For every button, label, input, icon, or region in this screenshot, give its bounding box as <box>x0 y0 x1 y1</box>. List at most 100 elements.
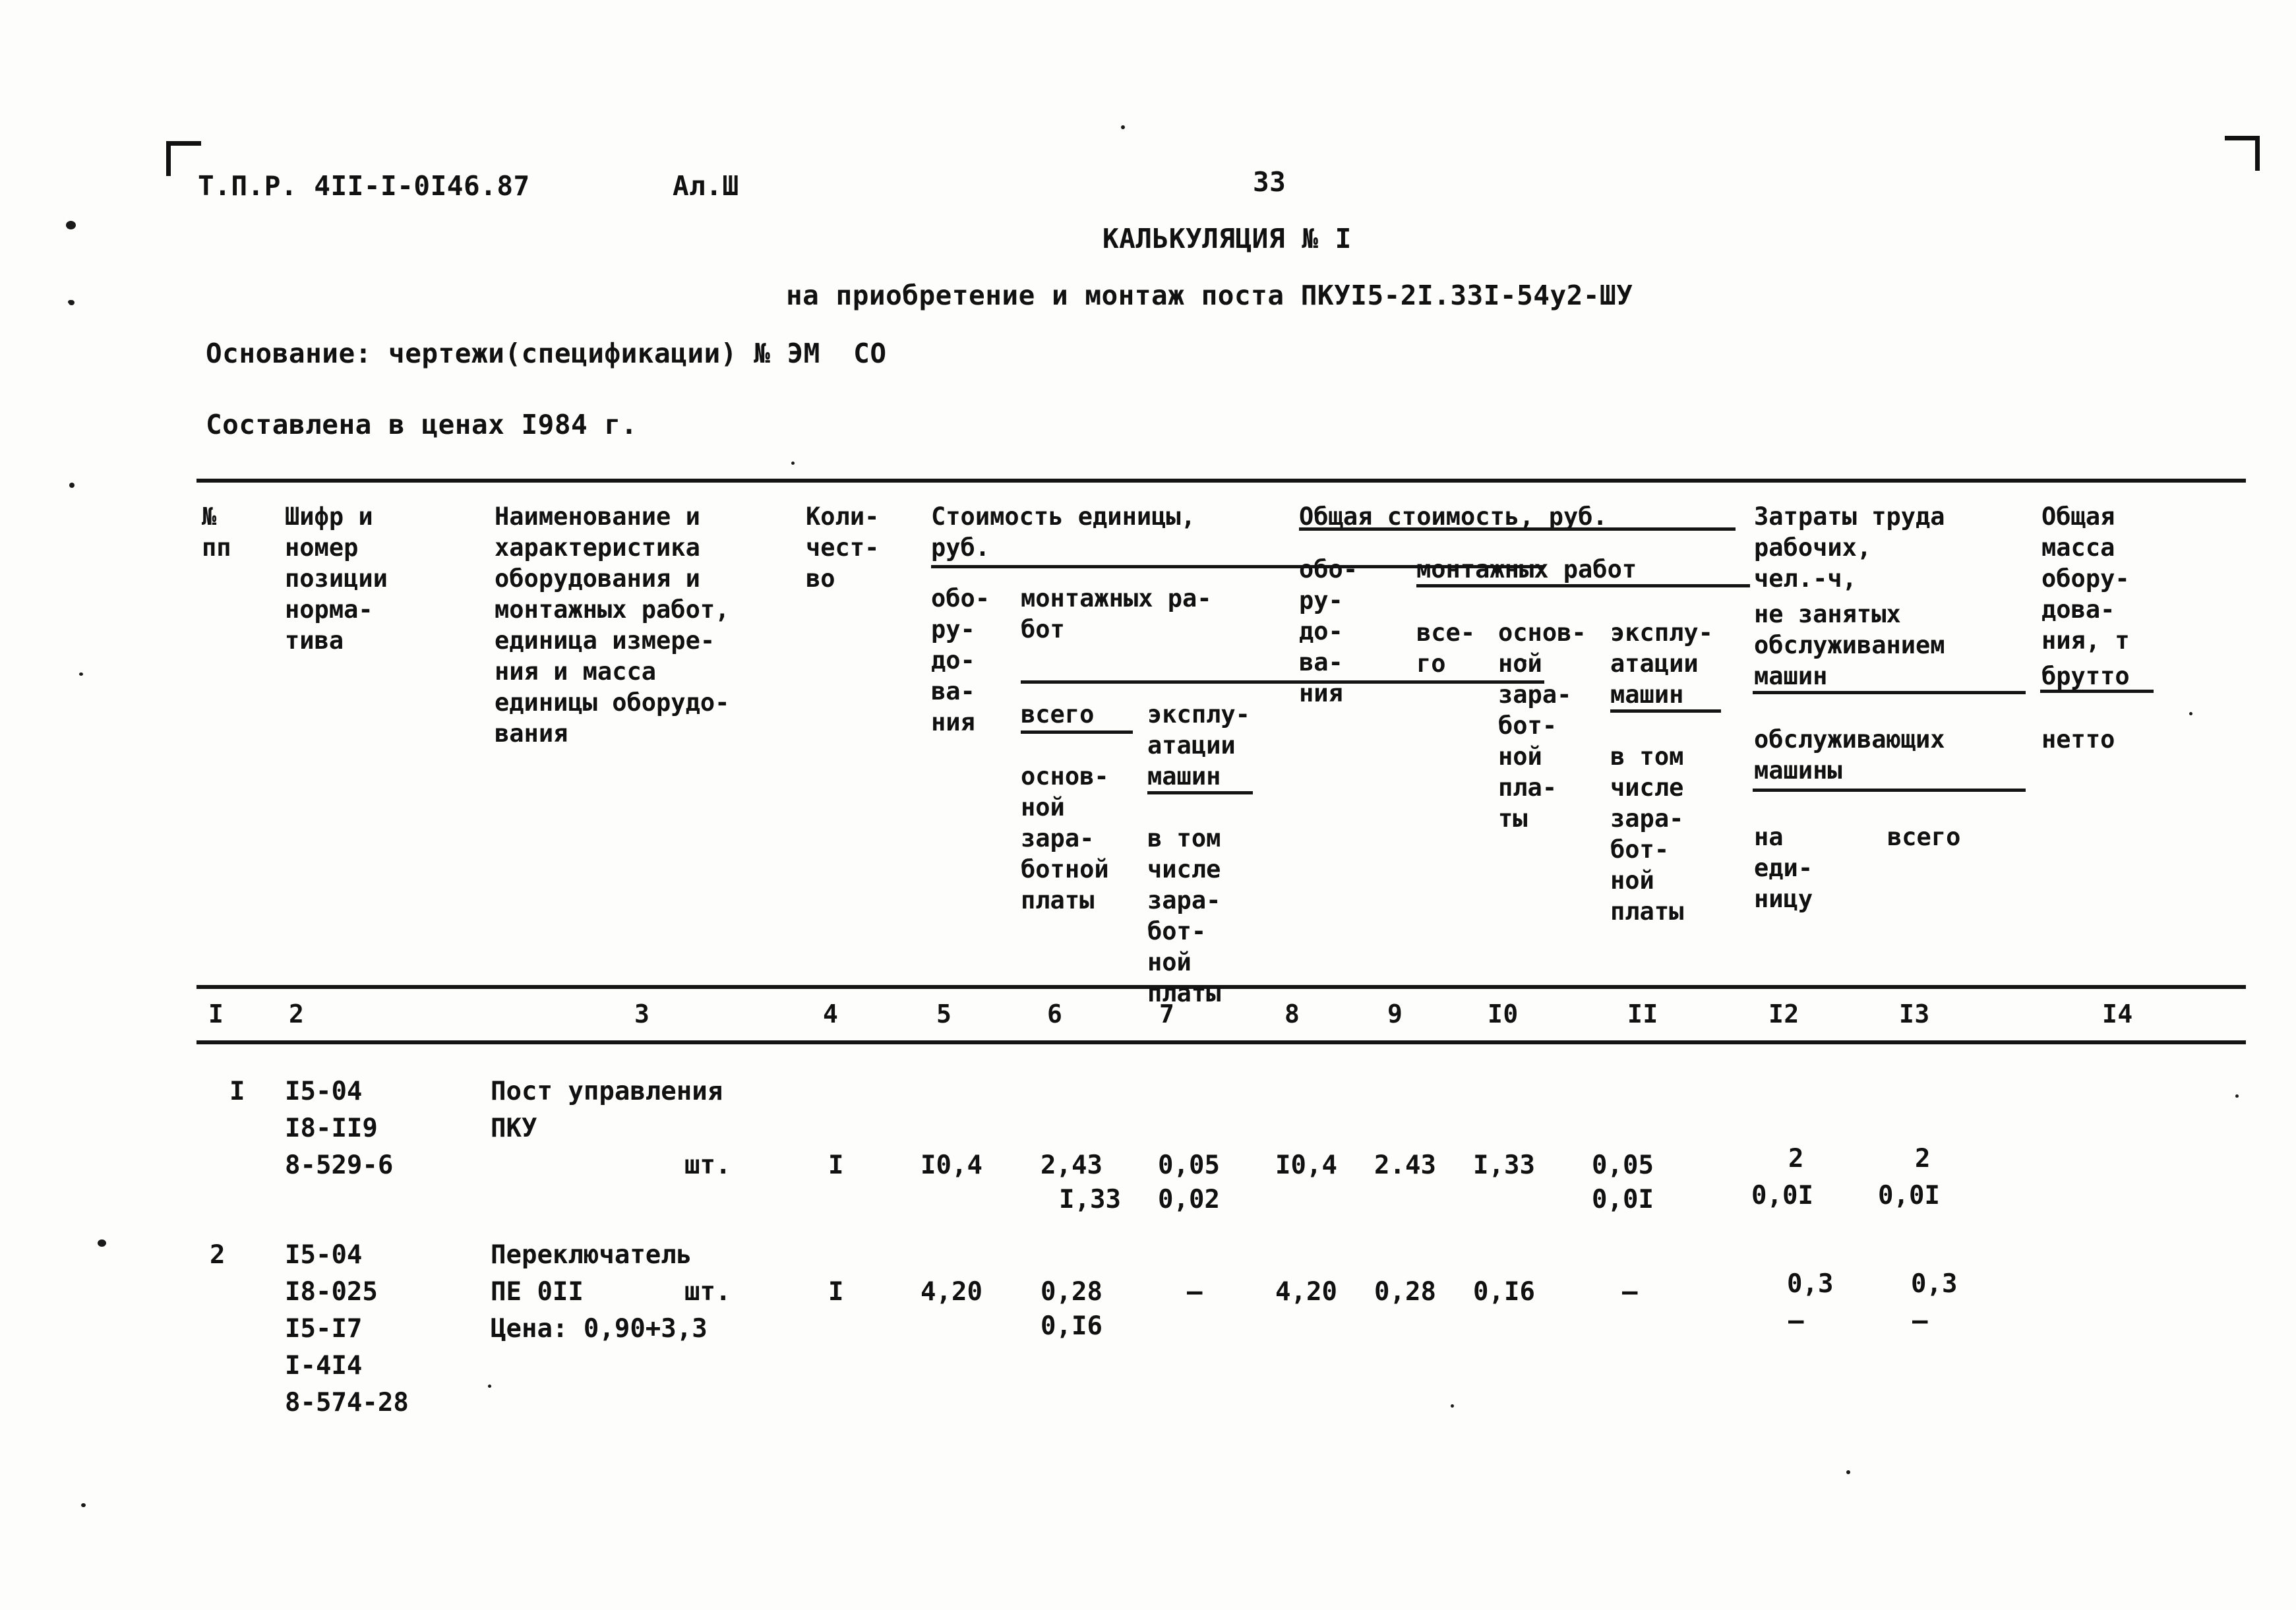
table-row: 2 <box>1788 1144 1804 1174</box>
table-row: 0,28 <box>1041 1277 1103 1307</box>
column-number: I0 <box>1488 999 1519 1029</box>
corner-mark-top-left <box>166 141 201 176</box>
table-row: I5-04 I8-II9 8-529-6 <box>285 1077 394 1180</box>
scan-speck <box>1451 1404 1454 1408</box>
table-row: Пост управления ПКУ <box>491 1077 723 1143</box>
column-number: I <box>208 999 224 1029</box>
table-row: 0,0I <box>1878 1181 1940 1210</box>
page-number: 33 <box>1253 166 1286 198</box>
header-col-14: Общая масса оборy- дова- ния, т <box>2041 502 2130 655</box>
table-row: I0,4 <box>1275 1150 1337 1180</box>
table-row: Переключатель ПЕ 0II <box>491 1240 692 1307</box>
header-col-9-group: монтажных работ <box>1416 555 1637 583</box>
column-number: 6 <box>1047 999 1063 1029</box>
header-underline-mashin-1 <box>1147 791 1253 794</box>
table-row: 0,I6 <box>1041 1311 1103 1341</box>
scan-speck <box>69 300 75 305</box>
table-row: 2 <box>1915 1144 1931 1174</box>
column-number: 8 <box>1284 999 1300 1029</box>
table-row: I <box>229 1077 245 1106</box>
table-row: I,33 <box>1473 1150 1535 1180</box>
scan-speck <box>66 221 76 229</box>
header-col-5-group: Стоимость единицы, руб. <box>931 502 1195 562</box>
scan-speck <box>98 1239 106 1247</box>
header-col-6-group: монтажных ра- бот <box>1021 584 1212 643</box>
column-number: I2 <box>1768 999 1799 1029</box>
header-col-7: эксплу- атации машин в том числе зара- б… <box>1147 700 1250 1007</box>
price-level-line: Составлена в ценах I984 г. <box>206 409 638 440</box>
table-row: I <box>828 1277 844 1307</box>
header-col-14a: брутто <box>2041 662 2130 690</box>
table-row: – <box>1912 1306 1928 1336</box>
column-number: 5 <box>936 999 952 1029</box>
column-number: 3 <box>634 999 650 1029</box>
header-col-11: эксплу- атации машин в том числе зара- б… <box>1610 618 1713 926</box>
header-col-1: № пп <box>202 502 231 562</box>
header-underline-mashiny <box>1753 789 2026 792</box>
header-underline-mashin-3 <box>1753 691 2026 694</box>
table-row: 0,05 <box>1592 1150 1654 1180</box>
header-col-5: обо- ру- до- ва- ния <box>931 584 990 736</box>
table-row: шт. <box>684 1150 731 1180</box>
table-row-price-note: Цена: 0,90+3,3 <box>491 1314 708 1344</box>
corner-mark-top-right <box>2225 136 2260 171</box>
table-row: 0,I6 <box>1473 1277 1535 1307</box>
header-col-2: Шифр и номер позиции норма- тива <box>285 502 388 655</box>
table-row: 0,28 <box>1374 1277 1436 1307</box>
table-top-rule <box>196 479 2246 483</box>
header-col-12a: не занятых обслуживанием машин <box>1754 600 1945 690</box>
table-row: 0,02 <box>1158 1185 1220 1214</box>
scan-speck <box>79 672 83 676</box>
table-row: 4,20 <box>921 1277 982 1307</box>
column-number: II <box>1627 999 1658 1029</box>
scan-speck <box>1121 125 1125 129</box>
header-underline-brutto <box>2040 690 2154 693</box>
scan-speck <box>488 1385 491 1388</box>
table-row: 4,20 <box>1275 1277 1337 1307</box>
header-col-12b: обслуживающих машины <box>1754 725 1945 785</box>
column-number: 7 <box>1159 999 1175 1029</box>
header-underline-mashin-2 <box>1610 709 1721 713</box>
table-row: 2 <box>210 1240 226 1270</box>
basis-line: Основание: чертежи(спецификации) № ЭМ СО <box>206 338 887 369</box>
header-underline-install-works-2 <box>1416 584 1750 587</box>
column-number: I4 <box>2102 999 2133 1029</box>
table-row: 0,0I <box>1592 1185 1654 1214</box>
scan-speck <box>2235 1094 2239 1098</box>
header-col-4: Коли- чест- во <box>806 502 880 593</box>
column-number: 4 <box>823 999 839 1029</box>
scan-speck <box>791 462 795 465</box>
column-number: 2 <box>289 999 305 1029</box>
scan-speck <box>2189 712 2192 715</box>
table-body-rule <box>196 1040 2246 1044</box>
scan-speck <box>1846 1470 1850 1474</box>
table-row: I,33 <box>1059 1185 1121 1214</box>
document-code: Т.П.Р. 4II-I-0I46.87 <box>198 170 530 202</box>
table-row: I5-04 I8-025 I5-I7 I-4I4 8-574-28 <box>285 1240 409 1417</box>
table-row: 0,3 <box>1911 1269 1958 1299</box>
column-number: 9 <box>1387 999 1403 1029</box>
header-underline-total-cost <box>1299 527 1736 531</box>
document-page: Т.П.Р. 4II-I-0I46.87 Ал.Ш 33 КАЛЬКУЛЯЦИЯ… <box>0 0 2296 1610</box>
table-row: 0,05 <box>1158 1150 1220 1180</box>
header-col-9: все- го <box>1416 618 1476 678</box>
calculation-subtitle: на приобретение и монтаж поста ПКУI5-2I.… <box>786 280 1633 311</box>
header-col-8: обо- ру- до- ва- ния <box>1299 555 1358 707</box>
table-row: – <box>1788 1306 1804 1336</box>
header-col-12-group: Затраты труда рабочих, чел.-ч, <box>1754 502 1945 593</box>
header-col-12c: на еди- ницу <box>1754 823 1813 913</box>
sheet-label: Ал.Ш <box>673 170 739 202</box>
header-col-14b: нетто <box>2041 725 2115 754</box>
scan-speck <box>81 1503 86 1507</box>
table-row: I <box>828 1150 844 1180</box>
header-col-10: основ- ной зара- бот- ной пла- ты <box>1498 618 1586 833</box>
calculation-title: КАЛЬКУЛЯЦИЯ № I <box>1103 223 1352 254</box>
table-row: 2.43 <box>1374 1150 1436 1180</box>
header-underline-vsego <box>1021 730 1133 734</box>
column-number: I3 <box>1899 999 1930 1029</box>
table-row: шт. <box>684 1277 731 1307</box>
table-row: – <box>1187 1277 1203 1307</box>
table-row: I0,4 <box>921 1150 982 1180</box>
header-underline-install-works <box>1021 680 1544 684</box>
scan-speck <box>69 483 75 488</box>
